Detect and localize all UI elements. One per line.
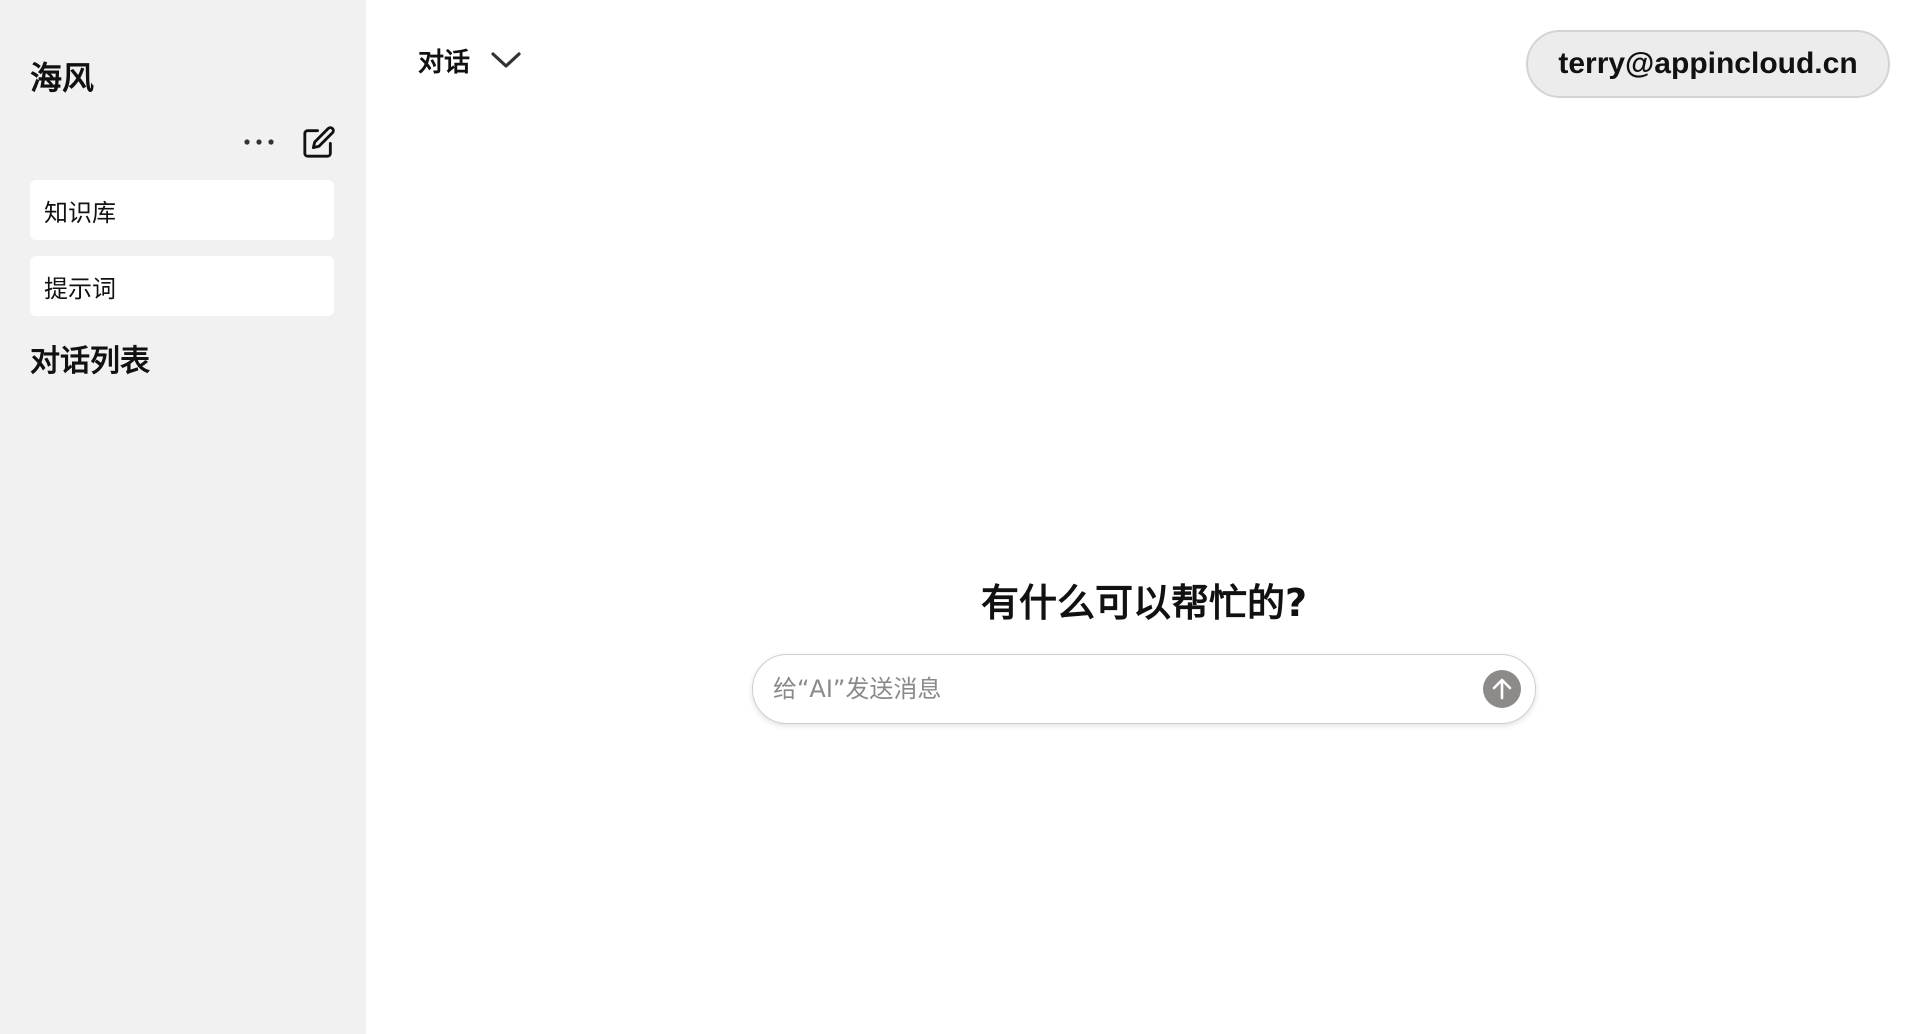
user-email: terry@appincloud.cn [1558,47,1858,80]
edit-icon [303,126,335,158]
more-options-button[interactable] [240,123,278,161]
mode-dropdown[interactable]: 对话 [418,38,522,82]
chevron-down-icon [491,52,521,68]
sidebar-item-label: 提示词 [44,274,116,303]
sidebar-item-knowledge-base[interactable]: 知识库 [30,180,334,240]
brand-title: 海风 [30,59,95,97]
message-input[interactable] [771,668,1483,710]
arrow-up-icon [1492,678,1512,700]
app-root: 海风 知识库 提示词 对话列表 对话 terry@appincloud.cn 有… [0,0,1910,1034]
send-button[interactable] [1483,670,1521,708]
message-composer [752,654,1536,724]
ellipsis-icon [244,139,274,145]
sidebar-item-label: 知识库 [44,198,116,227]
sidebar-actions [240,122,338,162]
new-chat-button[interactable] [300,123,338,161]
sidebar-item-prompts[interactable]: 提示词 [30,256,334,316]
conversation-list-title: 对话列表 [30,344,150,379]
user-account-button[interactable]: terry@appincloud.cn [1526,30,1890,98]
greeting-heading: 有什么可以帮忙的? [980,581,1308,625]
sidebar: 海风 知识库 提示词 对话列表 [0,0,366,1034]
mode-label: 对话 [418,47,471,78]
